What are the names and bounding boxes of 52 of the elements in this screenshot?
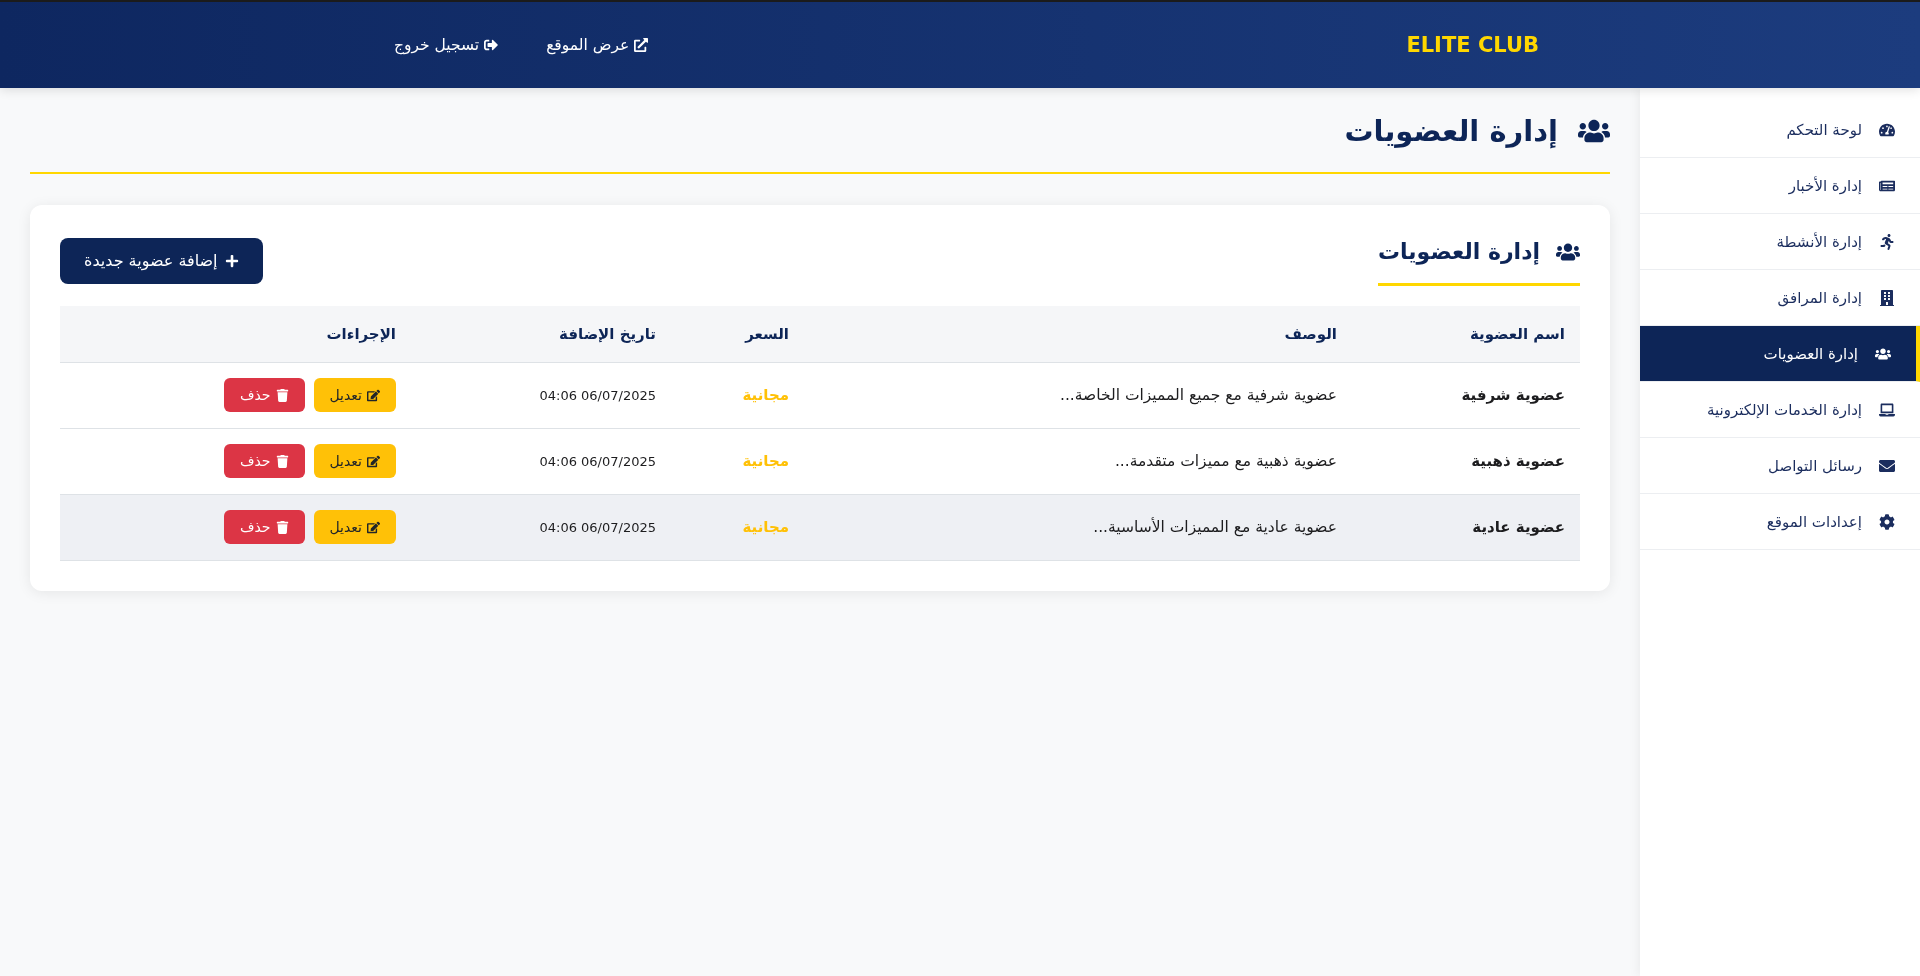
description-cell: عضوية عادية مع المميزات الأساسية... [804,494,1352,560]
settings-icon [1879,513,1895,530]
laptop-icon [1879,401,1895,418]
sidebar-item[interactable]: إدارة الخدمات الإلكترونية [1640,382,1920,438]
view-site-link[interactable]: عرض الموقع [546,36,649,54]
date-cell: 04:06 06/07/2025 [411,362,671,428]
trash-icon [275,520,289,534]
edit-button[interactable]: تعديل [313,378,396,412]
gauge-icon [1879,121,1895,138]
edit-button[interactable]: تعديل [313,444,396,478]
sidebar-item[interactable]: إدارة المرافق [1640,270,1920,326]
date-cell: 04:06 06/07/2025 [411,494,671,560]
description-cell: عضوية شرفية مع جميع المميزات الخاصة... [804,362,1352,428]
edit-icon [367,454,380,468]
price-cell: مجانية [671,494,804,560]
envelope-icon [1879,457,1895,474]
sidebar-item[interactable]: إدارة العضويات [1640,326,1920,382]
sidebar-item[interactable]: إدارة الأخبار [1640,158,1920,214]
edit-button[interactable]: تعديل [313,510,396,544]
column-header: تاريخ الإضافة [411,306,671,362]
column-header: اسم العضوية [1352,306,1580,362]
card-title: إدارة العضويات [1378,238,1540,267]
running-person-icon [1879,233,1895,250]
sidebar-item[interactable]: لوحة التحكم [1640,102,1920,158]
external-link-icon [634,38,649,52]
description-cell: عضوية ذهبية مع مميزات متقدمة... [804,428,1352,494]
edit-icon [367,388,380,402]
plus-icon [224,253,239,268]
page-title: إدارة العضويات [1344,113,1558,151]
delete-button[interactable]: حذف [224,444,305,478]
delete-button[interactable]: حذف [224,378,305,412]
name-cell: عضوية شرفية [1352,362,1580,428]
sidebar-item[interactable]: إعدادات الموقع [1640,494,1920,550]
sidebar-item[interactable]: رسائل التواصل [1640,438,1920,494]
sidebar-item[interactable]: إدارة الأنشطة [1640,214,1920,270]
brand-name: ELITE CLUB [1406,33,1539,57]
column-header: الوصف [804,306,1352,362]
trash-icon [275,388,289,402]
column-header: الإجراءات [60,306,411,362]
name-cell: عضوية عادية [1352,494,1580,560]
edit-icon [367,520,380,534]
building-icon [1879,289,1895,306]
logout-icon [484,38,499,52]
price-cell: مجانية [671,428,804,494]
date-cell: 04:06 06/07/2025 [411,428,671,494]
delete-button[interactable]: حذف [224,510,305,544]
add-membership-button[interactable]: إضافة عضوية جديدة [60,237,263,284]
column-header: السعر [671,306,804,362]
name-cell: عضوية ذهبية [1352,428,1580,494]
logout-link[interactable]: تسجيل خروج [394,36,499,54]
price-cell: مجانية [671,362,804,428]
trash-icon [275,454,289,468]
